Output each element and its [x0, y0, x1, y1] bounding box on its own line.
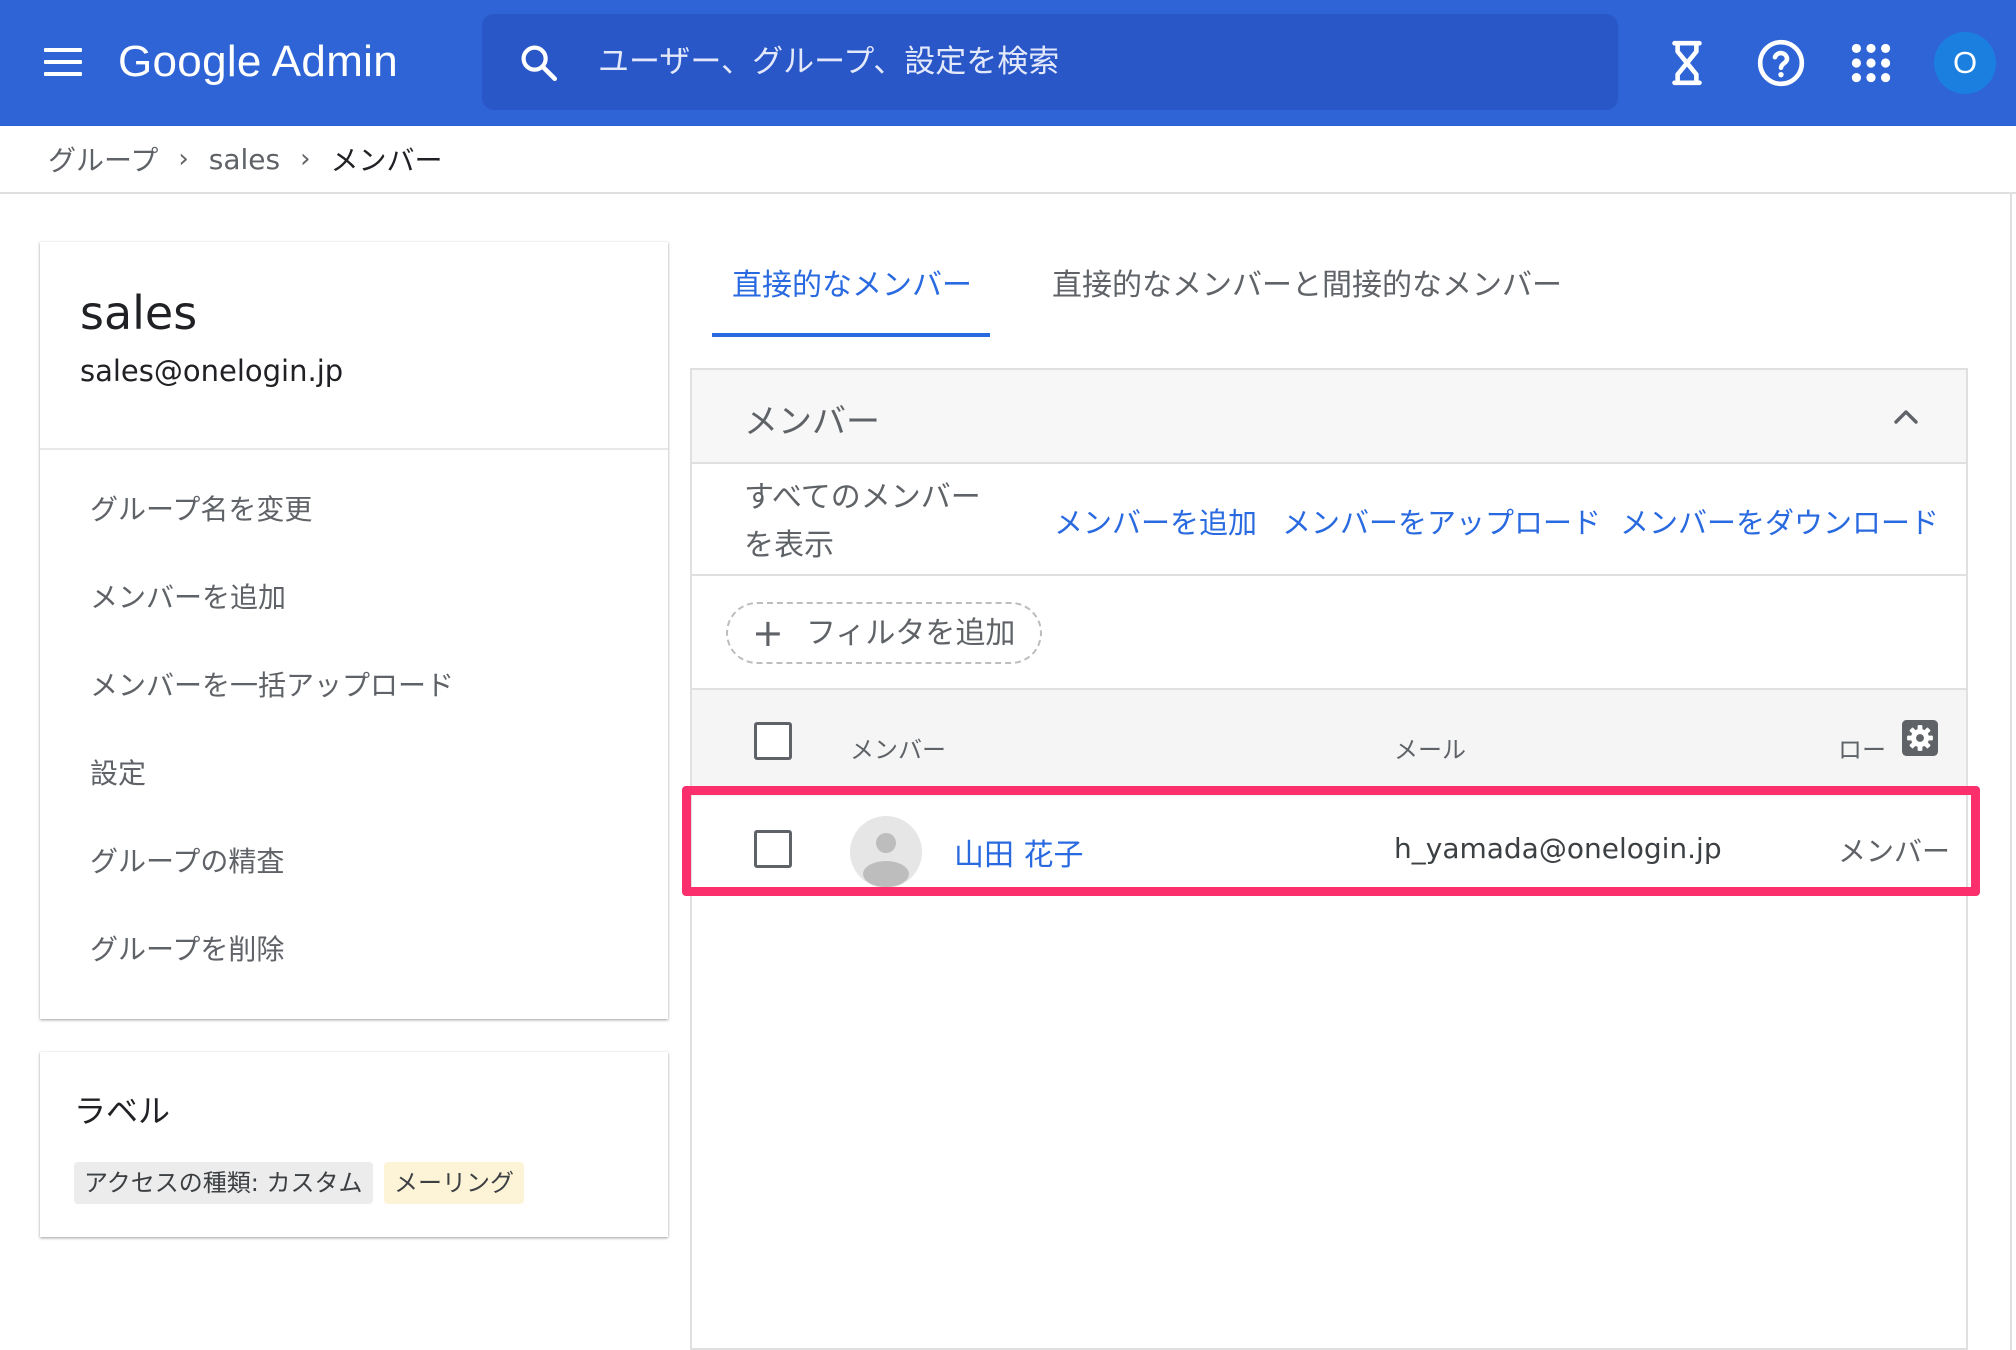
upload-members-button[interactable]: メンバーをアップロード: [1282, 500, 1601, 542]
page-edge-divider: [2010, 194, 2012, 1350]
breadcrumb: グループ › sales › メンバー: [48, 136, 443, 182]
app-brand[interactable]: Google Admin: [118, 32, 398, 92]
download-members-button[interactable]: メンバーをダウンロード: [1620, 500, 1939, 542]
breadcrumb-current: メンバー: [330, 144, 443, 177]
column-header-email[interactable]: メール: [1394, 730, 1466, 765]
group-review-link[interactable]: グループの精査: [90, 840, 284, 880]
tab-all-members[interactable]: 直接的なメンバーと間接的なメンバー: [1052, 264, 1562, 308]
help-icon[interactable]: [1756, 38, 1806, 88]
column-header-role[interactable]: ロー: [1838, 730, 1886, 765]
apps-grid-icon[interactable]: [1846, 38, 1896, 88]
members-panel-header[interactable]: メンバー: [692, 370, 1966, 464]
menu-icon[interactable]: [44, 46, 84, 78]
account-avatar[interactable]: O: [1934, 32, 1996, 94]
gear-icon[interactable]: [1902, 720, 1938, 756]
column-header-member[interactable]: メンバー: [850, 730, 946, 765]
members-actions-row: すべてのメンバーを表示 メンバーを追加 メンバーをアップロード メンバーをダウン…: [692, 464, 1966, 576]
active-tab-indicator: [712, 333, 990, 337]
delete-group-link[interactable]: グループを削除: [90, 928, 284, 968]
add-filter-button[interactable]: + フィルタを追加: [726, 602, 1042, 664]
highlight-box: [682, 786, 1980, 896]
settings-link[interactable]: 設定: [90, 752, 146, 792]
chevron-right-icon: ›: [178, 144, 189, 174]
labels-title: ラベル: [74, 1092, 171, 1130]
label-chip-mailing: メーリング: [384, 1162, 524, 1204]
select-all-checkbox[interactable]: [754, 722, 792, 760]
filter-row: + フィルタを追加: [692, 576, 1966, 690]
group-name: sales: [80, 286, 198, 340]
rename-group-link[interactable]: グループ名を変更: [90, 488, 312, 528]
plus-icon: +: [752, 611, 784, 655]
group-info-card: sales sales@onelogin.jp グループ名を変更 メンバーを追加…: [40, 242, 668, 1019]
chevron-right-icon: ›: [300, 144, 311, 174]
tab-direct-members[interactable]: 直接的なメンバー: [732, 264, 972, 308]
divider: [40, 448, 668, 450]
labels-card: ラベル アクセスの種類: カスタム メーリング: [40, 1052, 668, 1237]
breadcrumb-groups[interactable]: グループ: [48, 139, 158, 179]
table-header: メンバー メール ロー: [692, 690, 1966, 796]
breadcrumb-group[interactable]: sales: [209, 143, 280, 176]
add-member-link[interactable]: メンバーを追加: [90, 576, 286, 616]
hourglass-icon[interactable]: [1662, 38, 1712, 88]
breadcrumb-bar: グループ › sales › メンバー: [0, 126, 2016, 194]
search-icon[interactable]: [518, 42, 560, 84]
add-filter-label: フィルタを追加: [806, 616, 1016, 651]
show-all-members-label: すべてのメンバーを表示: [744, 480, 981, 563]
bulk-upload-members-link[interactable]: メンバーを一括アップロード: [90, 664, 454, 704]
chevron-up-icon[interactable]: [1892, 406, 1920, 426]
group-email: sales@onelogin.jp: [80, 354, 344, 388]
top-app-bar: Google Admin ユーザー、グループ、設定を検索 O: [0, 0, 2016, 126]
members-panel-title: メンバー: [744, 402, 880, 442]
search-bar[interactable]: ユーザー、グループ、設定を検索: [482, 14, 1618, 110]
search-input[interactable]: ユーザー、グループ、設定を検索: [598, 38, 1059, 86]
add-member-button[interactable]: メンバーを追加: [1054, 500, 1257, 542]
label-chip-access-type: アクセスの種類: カスタム: [74, 1162, 373, 1204]
